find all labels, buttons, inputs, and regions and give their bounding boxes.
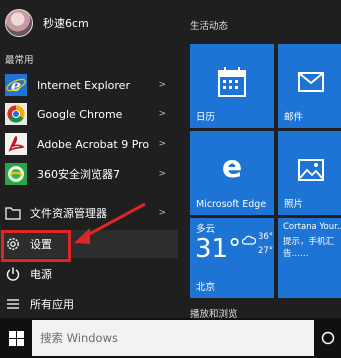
search-box[interactable]: 搜索 Windows [32, 320, 314, 356]
app-label: 360安全浏览器7 [37, 168, 120, 181]
tile-label: Microsoft Edge [196, 199, 267, 210]
tile-label: 日历 [196, 112, 216, 123]
chevron-right-icon[interactable]: > [158, 208, 166, 218]
chevron-right-icon[interactable]: > [158, 139, 166, 149]
user-account[interactable]: 秒速6cm [0, 6, 178, 40]
start-menu: 秒速6cm 最常用 e Internet Explorer > Google C… [0, 0, 341, 320]
chrome-icon [5, 103, 27, 125]
weather-temperature: 31° [195, 234, 242, 264]
svg-text:e: e [11, 76, 21, 95]
app-internet-explorer[interactable]: e Internet Explorer > [0, 71, 178, 99]
cortana-button[interactable] [314, 318, 341, 358]
app-label: Adobe Acrobat 9 Pro [37, 137, 150, 151]
cortana-line-1: 提示，手机汇 [283, 237, 335, 247]
app-label: Google Chrome [37, 107, 123, 121]
cloud-icon [242, 235, 256, 245]
tile-label: 邮件 [284, 112, 304, 123]
user-name: 秒速6cm [43, 17, 89, 30]
folder-icon [5, 205, 21, 221]
calendar-icon [218, 67, 246, 97]
mail-icon [298, 72, 324, 92]
avatar [5, 9, 33, 37]
tile-cortana[interactable]: Cortana Your... 提示，手机汇 告…… [278, 218, 341, 298]
live-section-label: 生活动态 [190, 21, 229, 32]
app-adobe-acrobat[interactable]: Adobe Acrobat 9 Pro > [0, 130, 178, 158]
internet-explorer-icon: e [5, 74, 27, 96]
tile-microsoft-edge[interactable]: e Microsoft Edge [190, 131, 274, 215]
360-browser-icon [5, 163, 27, 185]
tile-label: 照片 [284, 199, 304, 210]
cortana-title: Cortana Your... [283, 222, 341, 232]
app-label: Internet Explorer [37, 78, 130, 92]
power-icon [5, 266, 21, 282]
svg-text:e: e [222, 151, 242, 181]
power-label: 电源 [30, 268, 52, 281]
windows-logo-icon [8, 330, 24, 346]
chevron-right-icon[interactable]: > [158, 109, 166, 119]
most-used-label: 最常用 [5, 55, 34, 66]
tile-mail[interactable]: 邮件 [278, 44, 341, 128]
cortana-line-2: 告…… [283, 249, 309, 259]
annotation-arrow [74, 202, 146, 244]
chevron-right-icon[interactable]: > [158, 169, 166, 179]
cortana-circle-icon [321, 331, 334, 345]
chevron-right-icon[interactable]: > [158, 80, 166, 90]
tile-weather[interactable]: 多云 31° 36° 27° 北京 [190, 218, 274, 298]
search-placeholder: 搜索 Windows [40, 331, 118, 345]
all-apps-item[interactable]: 所有应用 [0, 291, 178, 317]
tile-calendar[interactable]: 日历 [190, 44, 274, 128]
app-360-browser[interactable]: 360安全浏览器7 > [0, 160, 178, 188]
start-button[interactable] [0, 318, 32, 358]
weather-city: 北京 [196, 282, 216, 293]
app-google-chrome[interactable]: Google Chrome > [0, 100, 178, 128]
weather-low: 27° [258, 246, 274, 256]
edge-icon: e [222, 151, 242, 181]
weather-condition: 多云 [196, 224, 216, 235]
taskbar: 搜索 Windows [0, 318, 341, 358]
start-menu-left-column: 秒速6cm 最常用 e Internet Explorer > Google C… [0, 0, 178, 318]
power-item[interactable]: 电源 [0, 261, 178, 287]
acrobat-icon [5, 133, 27, 155]
list-icon [5, 296, 21, 312]
photo-icon [298, 159, 324, 181]
all-apps-label: 所有应用 [30, 298, 74, 311]
tiles-area: 生活动态 日历 邮件 e Microsoft Edge 照片 多云 31° 36… [178, 0, 341, 320]
tile-photos[interactable]: 照片 [278, 131, 341, 215]
weather-high: 36° [258, 232, 274, 242]
